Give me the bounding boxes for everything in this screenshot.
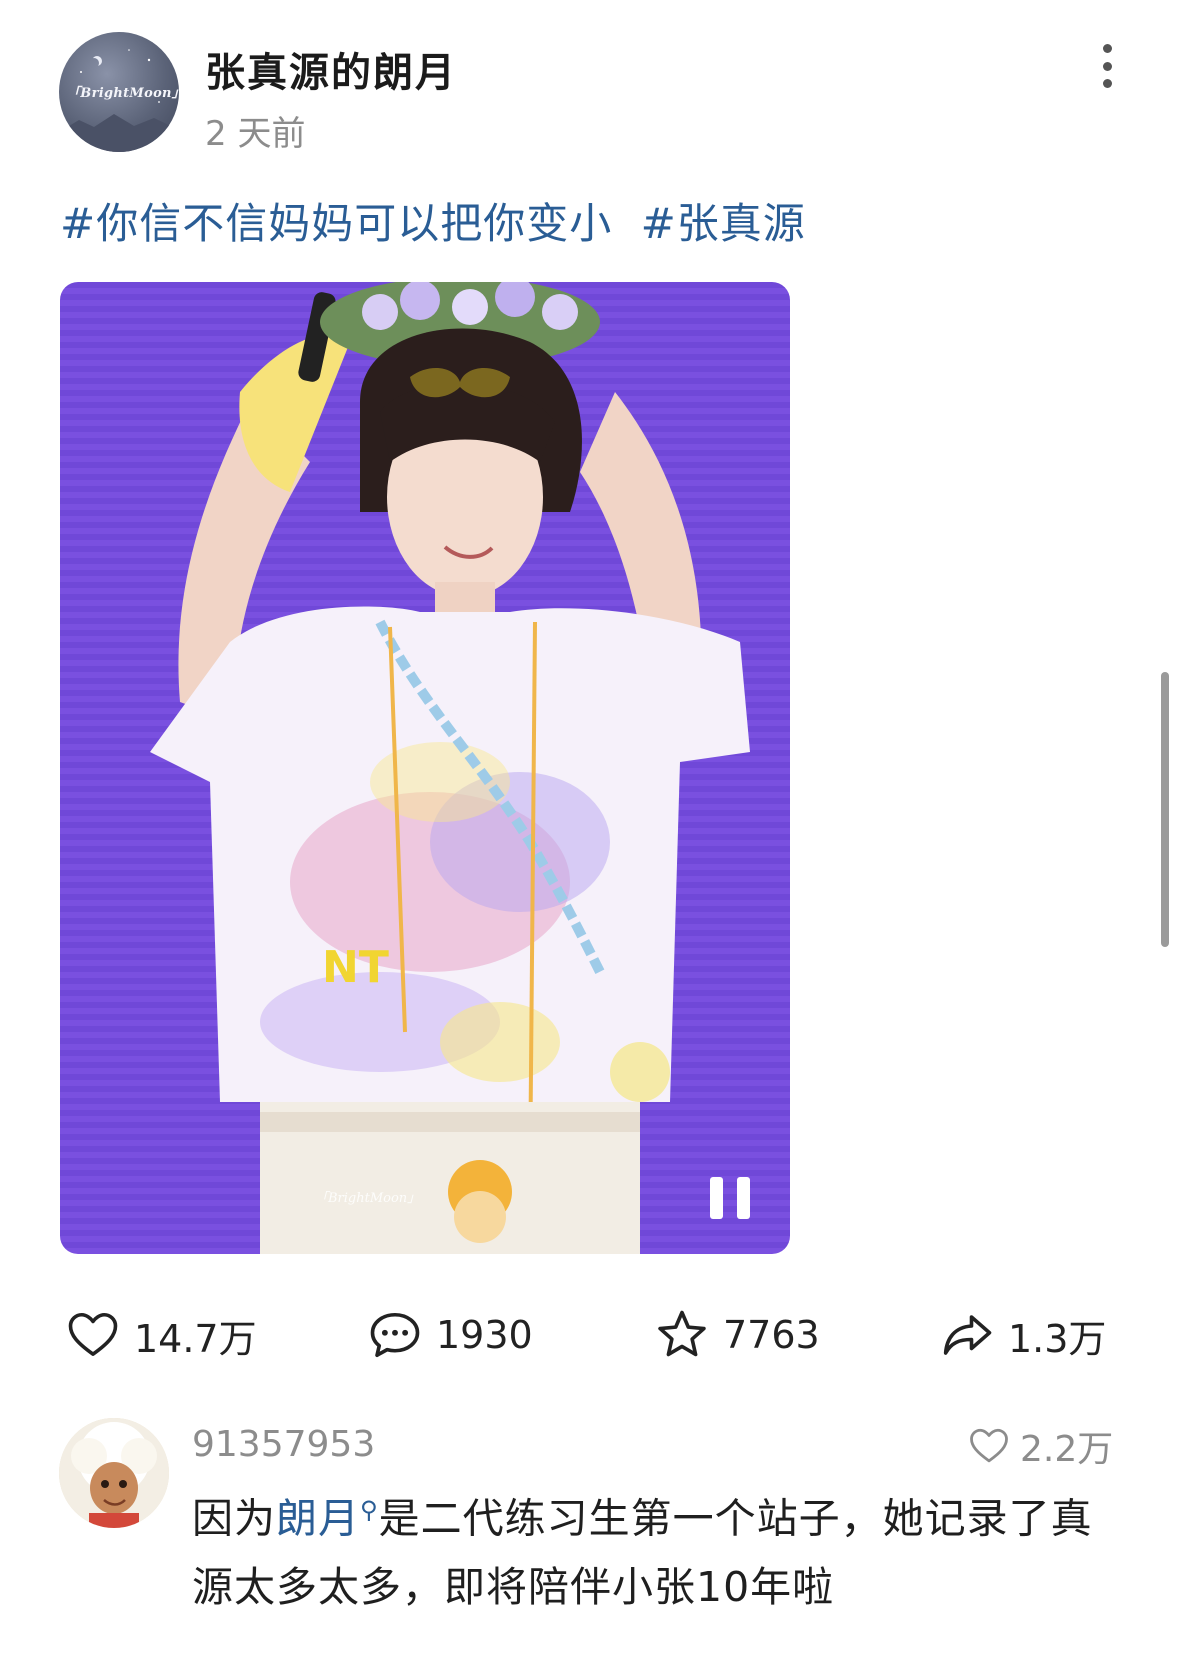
hashtag-line: #你信不信妈妈可以把你变小 #张真源 xyxy=(60,190,820,251)
pause-icon[interactable] xyxy=(710,1177,750,1219)
author-avatar[interactable]: 「BrightMoon」 xyxy=(59,32,179,152)
comment-like-button[interactable]: 2.2万 xyxy=(968,1420,1113,1472)
heart-icon xyxy=(970,1428,1008,1463)
star-icon xyxy=(658,1310,706,1357)
pause-bar xyxy=(710,1177,723,1219)
page-scrollbar[interactable] xyxy=(1161,672,1169,947)
moon-icon xyxy=(89,58,99,68)
more-dot xyxy=(1102,79,1112,88)
pause-bar xyxy=(737,1177,750,1219)
comment-mention-link[interactable]: 朗月 xyxy=(276,1495,360,1543)
hashtag-link-1[interactable]: #你信不信妈妈可以把你变小 xyxy=(60,199,612,248)
post-timestamp: 2 天前 xyxy=(205,114,306,154)
comment-text-start: 因为 xyxy=(192,1494,276,1543)
commenter-avatar[interactable] xyxy=(59,1418,169,1528)
favorite-button[interactable]: 7763 xyxy=(655,1300,820,1370)
comment-button[interactable]: 1930 xyxy=(368,1300,533,1370)
comment-count: 1930 xyxy=(436,1313,533,1357)
more-dot xyxy=(1102,61,1112,71)
more-options-button[interactable] xyxy=(1090,40,1124,92)
video-frame-illustration: NT xyxy=(150,282,750,1254)
comment-bubble-icon xyxy=(370,1312,420,1358)
like-count: 14.7万 xyxy=(134,1316,257,1361)
avatar-brand-text: 「BrightMoon」 xyxy=(67,86,179,101)
comment-like-count: 2.2万 xyxy=(1020,1429,1114,1470)
post-video[interactable]: NT 「BrightMoon」 xyxy=(60,282,790,1254)
heart-icon xyxy=(68,1312,118,1356)
commenter-name[interactable]: 91357953 xyxy=(192,1424,375,1465)
video-watermark: 「BrightMoon」 xyxy=(315,1191,421,1206)
post-action-bar: 14.7万 1930 7763 1.3万 xyxy=(0,1300,1179,1370)
share-button[interactable]: 1.3万 xyxy=(940,1300,1106,1370)
hashtag-link-2[interactable]: #张真源 xyxy=(641,199,806,248)
share-arrow-icon xyxy=(943,1315,992,1355)
search-mention-icon[interactable]: ⚲ xyxy=(360,1496,379,1524)
svg-text:NT: NT xyxy=(322,942,389,993)
author-name[interactable]: 张真源的朗月 xyxy=(205,40,457,98)
favorite-count: 7763 xyxy=(723,1313,820,1357)
share-count: 1.3万 xyxy=(1008,1316,1107,1361)
comment-body: 因为朗月⚲是二代练习生第一个站子，她记录了真源太多太多，即将陪伴小张10年啦 xyxy=(192,1476,1132,1621)
commenter-avatar-illustration xyxy=(59,1418,169,1528)
like-button[interactable]: 14.7万 xyxy=(66,1300,257,1370)
more-dot xyxy=(1102,44,1112,53)
